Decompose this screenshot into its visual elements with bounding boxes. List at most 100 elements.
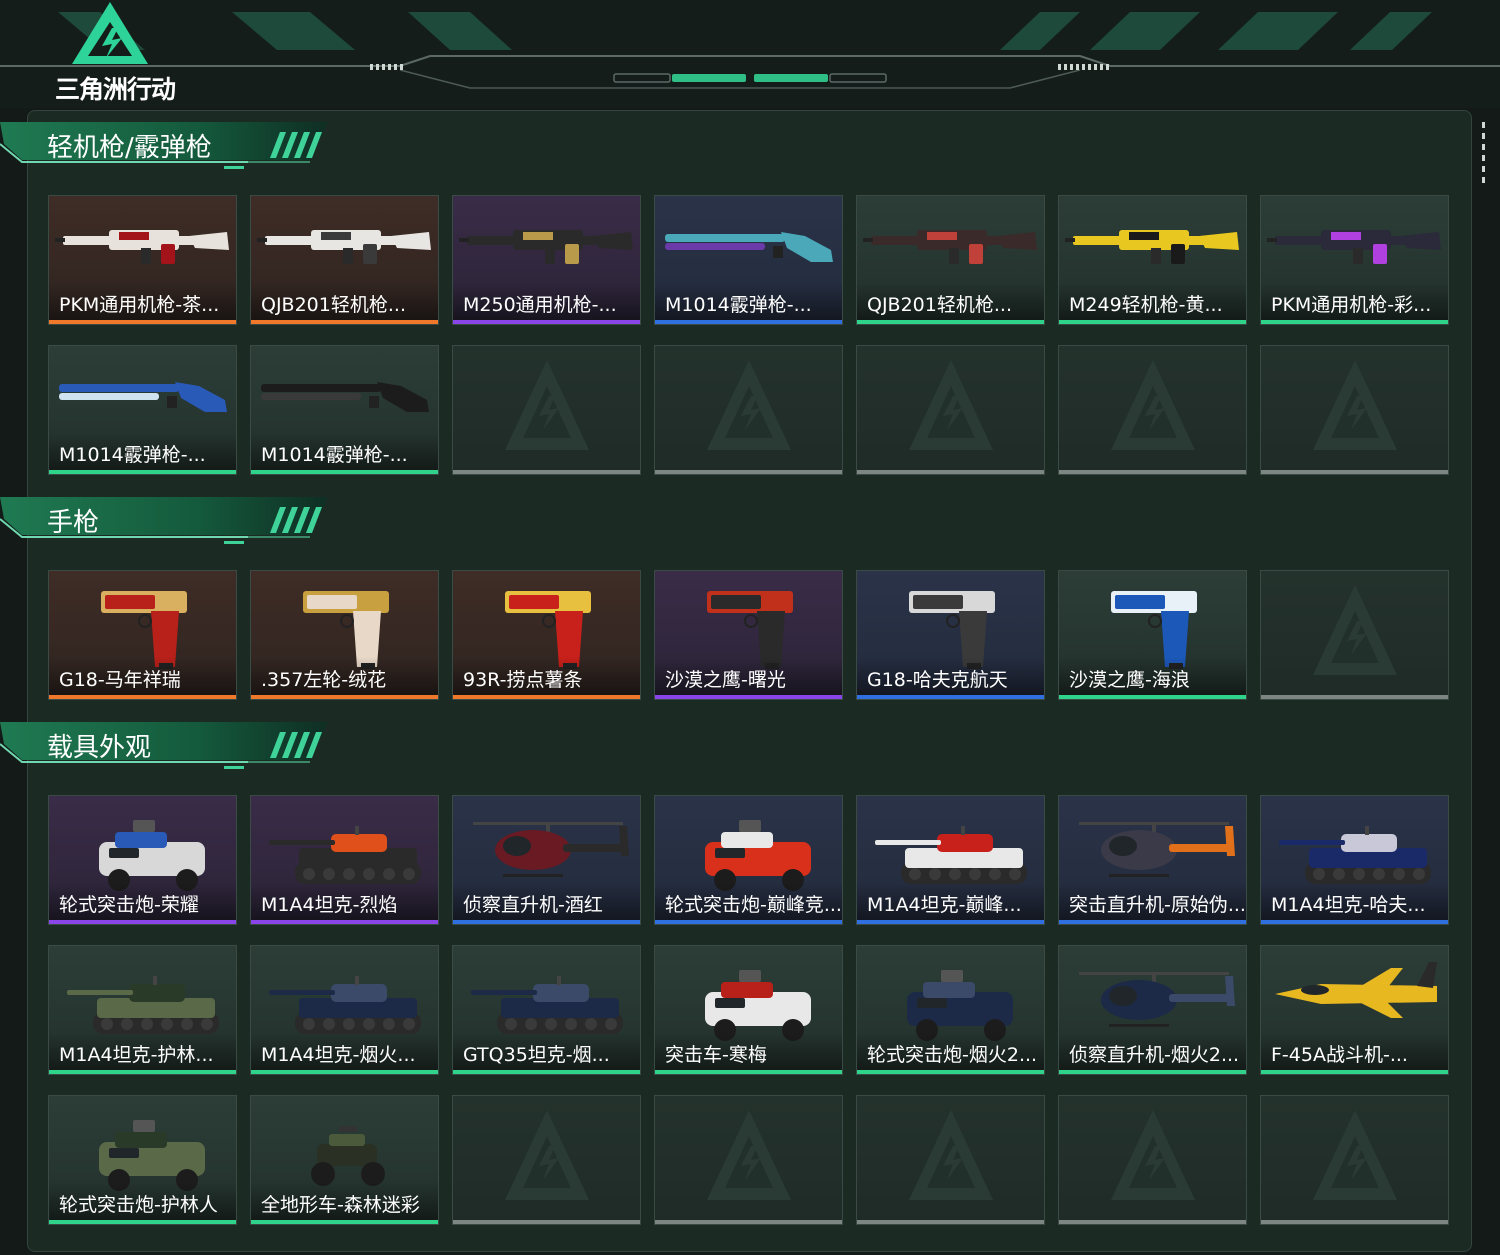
item-card[interactable]: M1014霰弹枪-... (250, 345, 439, 475)
item-card[interactable]: G18-马年祥瑞 (48, 570, 237, 700)
armored-car-icon (705, 970, 811, 1041)
item-card[interactable]: M1A4坦克-烈焰 (250, 795, 439, 925)
banner-decoration (0, 12, 1500, 89)
empty-slot-logo-icon (707, 1110, 791, 1200)
item-name: M1A4坦克-烟火... (261, 1044, 416, 1066)
quality-bar (655, 320, 842, 324)
item-name: 全地形车-森林迷彩 (261, 1194, 420, 1216)
item-name: QJB201轻机枪... (867, 294, 1012, 316)
item-card[interactable]: 轮式突击炮-烟火2... (856, 945, 1045, 1075)
delta-logo-icon (72, 2, 148, 64)
item-name: F-45A战斗机-... (1271, 1044, 1408, 1066)
game-logo: 三角洲行动 (40, 0, 190, 104)
quality-bar (655, 1220, 842, 1224)
section-title: 载具外观 (47, 733, 152, 763)
item-card[interactable]: PKM通用机枪-茶... (48, 195, 237, 325)
quality-bar (1059, 1070, 1246, 1074)
empty-slot[interactable] (452, 345, 641, 475)
item-card[interactable]: G18-哈夫克航天 (856, 570, 1045, 700)
helicopter-icon (473, 822, 629, 877)
item-card[interactable]: M250通用机枪-... (452, 195, 641, 325)
item-card[interactable]: M1A4坦克-哈夫... (1260, 795, 1449, 925)
item-name: M1A4坦克-哈夫... (1271, 894, 1426, 916)
item-card[interactable]: 沙漠之鹰-海浪 (1058, 570, 1247, 700)
empty-slot-logo-icon (505, 1110, 589, 1200)
item-card[interactable]: M1014霰弹枪-... (654, 195, 843, 325)
item-name: PKM通用机枪-彩... (1271, 294, 1432, 316)
item-name: M1A4坦克-巅峰... (867, 894, 1022, 916)
item-card[interactable]: M1A4坦克-巅峰... (856, 795, 1045, 925)
armored-car-icon (99, 1120, 205, 1191)
item-card[interactable]: 全地形车-森林迷彩 (250, 1095, 439, 1225)
quality-bar (453, 320, 640, 324)
item-card[interactable]: 沙漠之鹰-曙光 (654, 570, 843, 700)
item-card[interactable]: F-45A战斗机-... (1260, 945, 1449, 1075)
fighter-jet-icon (1275, 962, 1437, 1018)
item-name: 沙漠之鹰-曙光 (665, 669, 786, 691)
item-name: 轮式突击炮-荣耀 (59, 894, 199, 916)
item-card[interactable]: M249轻机枪-黄... (1058, 195, 1247, 325)
section-header: 载具外观 (0, 720, 340, 778)
shotgun-icon (59, 382, 227, 412)
item-card[interactable]: PKM通用机枪-彩... (1260, 195, 1449, 325)
item-card[interactable]: 轮式突击炮-护林人 (48, 1095, 237, 1225)
quality-bar (453, 1070, 640, 1074)
quality-bar (1261, 1220, 1448, 1224)
helicopter-icon (1079, 822, 1235, 877)
empty-slot[interactable] (654, 1095, 843, 1225)
empty-slot[interactable] (1058, 345, 1247, 475)
quality-bar (251, 920, 438, 924)
item-card[interactable]: M1A4坦克-护林... (48, 945, 237, 1075)
quality-bar (49, 1220, 236, 1224)
item-name: 侦察直升机-酒红 (463, 894, 603, 916)
empty-slot-logo-icon (1313, 1110, 1397, 1200)
item-card[interactable]: GTQ35坦克-烟... (452, 945, 641, 1075)
game-title: 三角洲行动 (54, 75, 176, 104)
item-card[interactable]: QJB201轻机枪... (250, 195, 439, 325)
item-card[interactable]: 突击车-寒梅 (654, 945, 843, 1075)
quality-bar (1261, 320, 1448, 324)
quality-bar (655, 1070, 842, 1074)
empty-slot[interactable] (1260, 345, 1449, 475)
item-card[interactable]: 突击直升机-原始伪... (1058, 795, 1247, 925)
empty-slot-logo-icon (505, 360, 589, 450)
quality-bar (251, 695, 438, 699)
item-card[interactable]: QJB201轻机枪... (856, 195, 1045, 325)
item-name: PKM通用机枪-茶... (59, 294, 220, 316)
item-card[interactable]: 侦察直升机-酒红 (452, 795, 641, 925)
item-card[interactable]: 轮式突击炮-巅峰竞... (654, 795, 843, 925)
pistol-icon (1111, 591, 1197, 669)
item-card[interactable]: M1014霰弹枪-... (48, 345, 237, 475)
empty-slot[interactable] (1260, 570, 1449, 700)
empty-slot-logo-icon (1313, 585, 1397, 675)
item-card[interactable]: 93R-捞点薯条 (452, 570, 641, 700)
item-name: 轮式突击炮-巅峰竞... (665, 894, 842, 916)
item-name: 93R-捞点薯条 (463, 669, 583, 691)
item-card[interactable]: M1A4坦克-烟火... (250, 945, 439, 1075)
item-name: 轮式突击炮-烟火2... (867, 1044, 1038, 1066)
item-name: G18-哈夫克航天 (867, 669, 1008, 691)
item-card[interactable]: 轮式突击炮-荣耀 (48, 795, 237, 925)
empty-slot-logo-icon (1111, 1110, 1195, 1200)
empty-slot[interactable] (856, 1095, 1045, 1225)
quality-bar (251, 1070, 438, 1074)
item-name: M250通用机枪-... (463, 294, 617, 316)
item-name: M1A4坦克-护林... (59, 1044, 214, 1066)
item-name: 沙漠之鹰-海浪 (1069, 669, 1190, 691)
scrollbar[interactable] (1478, 112, 1490, 183)
armored-car-icon (907, 970, 1013, 1041)
empty-slot[interactable] (1058, 1095, 1247, 1225)
quality-bar (49, 1070, 236, 1074)
machine-gun-icon (55, 230, 229, 264)
empty-slot[interactable] (856, 345, 1045, 475)
empty-slot[interactable] (1260, 1095, 1449, 1225)
quality-bar (1059, 320, 1246, 324)
empty-slot[interactable] (452, 1095, 641, 1225)
item-card[interactable]: 侦察直升机-烟火2... (1058, 945, 1247, 1075)
item-card[interactable]: .357左轮-绒花 (250, 570, 439, 700)
empty-slot[interactable] (654, 345, 843, 475)
machine-gun-icon (1065, 230, 1239, 264)
quality-bar (1059, 1220, 1246, 1224)
quality-bar (857, 695, 1044, 699)
quality-bar (49, 470, 236, 474)
